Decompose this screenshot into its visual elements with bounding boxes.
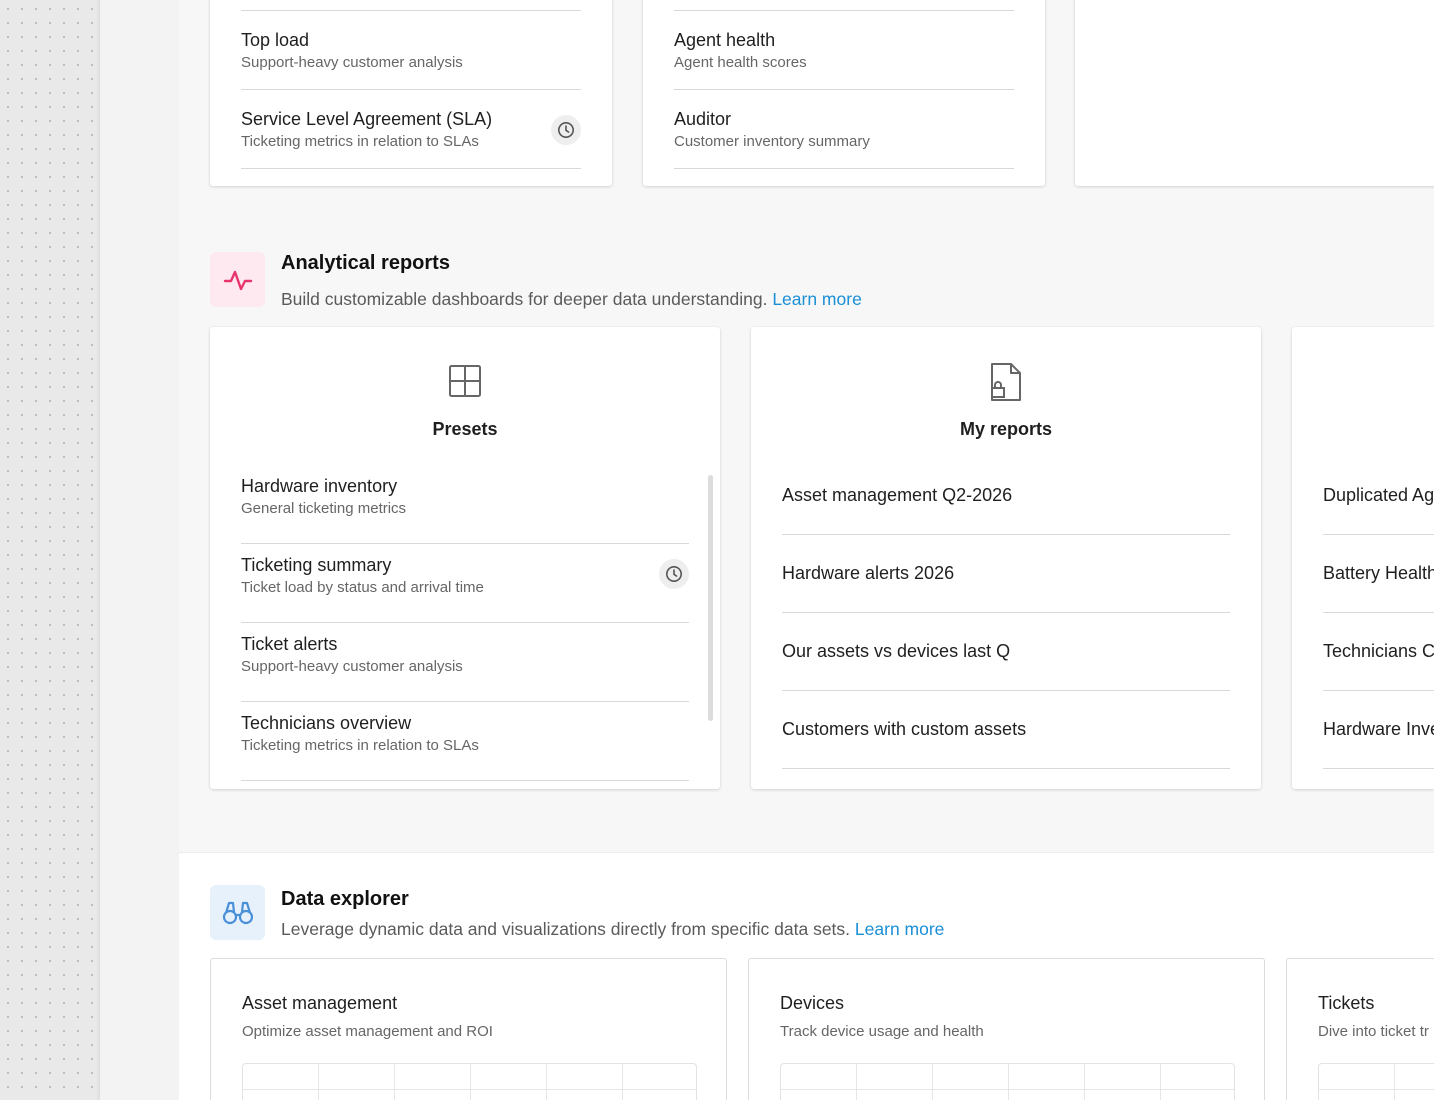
dataset-subtitle: Dive into ticket tr	[1318, 1023, 1429, 1040]
item-subtitle: Agent health scores	[674, 54, 807, 71]
learn-more-link[interactable]: Learn more	[855, 919, 945, 939]
top-card-left: Top load Support-heavy customer analysis…	[210, 0, 612, 186]
report-item[interactable]: Customers with custom assets	[782, 691, 1230, 769]
analytical-section-icon	[210, 252, 265, 307]
item-subtitle: Support-heavy customer analysis	[241, 658, 463, 675]
my-reports-label: My reports	[959, 419, 1053, 439]
item-subtitle: Ticketing metrics in relation to SLAs	[241, 737, 479, 754]
file-lock-icon	[989, 362, 1023, 407]
item-subtitle: Customer inventory summary	[674, 133, 870, 150]
item-title: Technicians overview	[241, 713, 412, 733]
preset-item[interactable]: Ticketing summary Ticket load by status …	[241, 544, 689, 623]
scheduled-clock-icon[interactable]	[551, 115, 581, 145]
item-subtitle: Ticket load by status and arrival time	[241, 579, 484, 596]
item-title: Hardware inventory	[241, 476, 398, 496]
scheduled-clock-icon[interactable]	[659, 559, 689, 589]
item-subtitle: General ticketing metrics	[241, 500, 407, 517]
analytical-section-description: Build customizable dashboards for deeper…	[281, 289, 862, 310]
preset-item[interactable]: Ticket alerts Support-heavy customer ana…	[241, 623, 689, 702]
report-item[interactable]: Technicians C	[1323, 613, 1434, 691]
item-subtitle: Support-heavy customer analysis	[241, 54, 463, 71]
report-item[interactable]: Our assets vs devices last Q	[782, 613, 1230, 691]
item-title: Top load	[241, 30, 310, 50]
list-item[interactable]: Auditor Customer inventory summary	[674, 90, 1014, 169]
item-subtitle: Ticketing metrics in relation to SLAs	[241, 133, 479, 150]
item-title: Ticketing summary	[241, 555, 392, 575]
dotted-background	[0, 0, 100, 1100]
side-gutter	[100, 0, 179, 1100]
report-item[interactable]: Hardware Inve	[1323, 691, 1434, 769]
dataset-title: Asset management	[242, 993, 398, 1013]
data-explorer-description: Leverage dynamic data and visualizations…	[281, 919, 944, 940]
learn-more-link[interactable]: Learn more	[772, 289, 862, 309]
dataset-preview-grid	[242, 1063, 697, 1100]
item-title: Ticket alerts	[241, 634, 338, 654]
item-title: Service Level Agreement (SLA)	[241, 109, 493, 129]
data-explorer-section: Data explorer Leverage dynamic data and …	[179, 852, 1434, 1100]
my-reports-card: My reports Asset management Q2-2026 Hard…	[751, 327, 1261, 789]
top-card-middle: Agent health Agent health scores Auditor…	[643, 0, 1045, 186]
dataset-subtitle: Track device usage and health	[780, 1023, 984, 1040]
activity-pulse-icon	[223, 270, 252, 290]
binoculars-icon	[222, 901, 253, 924]
data-explorer-section-icon	[210, 885, 265, 940]
dataset-card-devices[interactable]: Devices Track device usage and health	[748, 958, 1265, 1100]
report-item[interactable]: Hardware alerts 2026	[782, 535, 1230, 613]
top-card-right	[1075, 0, 1434, 186]
analytical-section-title: Analytical reports	[281, 252, 450, 274]
grid-icon	[448, 364, 482, 403]
report-item[interactable]: Asset management Q2-2026	[782, 457, 1230, 535]
description-text: Build customizable dashboards for deeper…	[281, 289, 768, 309]
report-item[interactable]: Duplicated Ag	[1323, 457, 1434, 535]
dataset-preview-grid	[1318, 1063, 1434, 1100]
dataset-title: Devices	[780, 993, 845, 1013]
dataset-preview-grid	[780, 1063, 1235, 1100]
list-item[interactable]: Service Level Agreement (SLA) Ticketing …	[241, 90, 581, 169]
scrollbar[interactable]	[708, 475, 713, 721]
item-title: Agent health	[674, 30, 776, 50]
preset-item[interactable]: Hardware inventory General ticketing met…	[241, 465, 689, 544]
presets-card: Presets Hardware inventory General ticke…	[210, 327, 720, 789]
list-item[interactable]: Agent health Agent health scores	[674, 11, 1014, 90]
item-title: Auditor	[674, 109, 732, 129]
dataset-card-tickets[interactable]: Tickets Dive into ticket tr	[1286, 958, 1434, 1100]
presets-label: Presets	[432, 419, 498, 439]
data-explorer-title: Data explorer	[281, 888, 409, 910]
preset-item[interactable]: Technicians overview Ticketing metrics i…	[241, 702, 689, 781]
list-item[interactable]: Top load Support-heavy customer analysis	[241, 11, 581, 90]
description-text: Leverage dynamic data and visualizations…	[281, 919, 851, 939]
dataset-title: Tickets	[1318, 993, 1375, 1013]
report-item[interactable]: Battery Health	[1323, 535, 1434, 613]
shared-reports-card: Duplicated Ag Battery Health Technicians…	[1292, 327, 1434, 789]
dataset-card-asset-management[interactable]: Asset management Optimize asset manageme…	[210, 958, 727, 1100]
dataset-subtitle: Optimize asset management and ROI	[242, 1023, 493, 1040]
